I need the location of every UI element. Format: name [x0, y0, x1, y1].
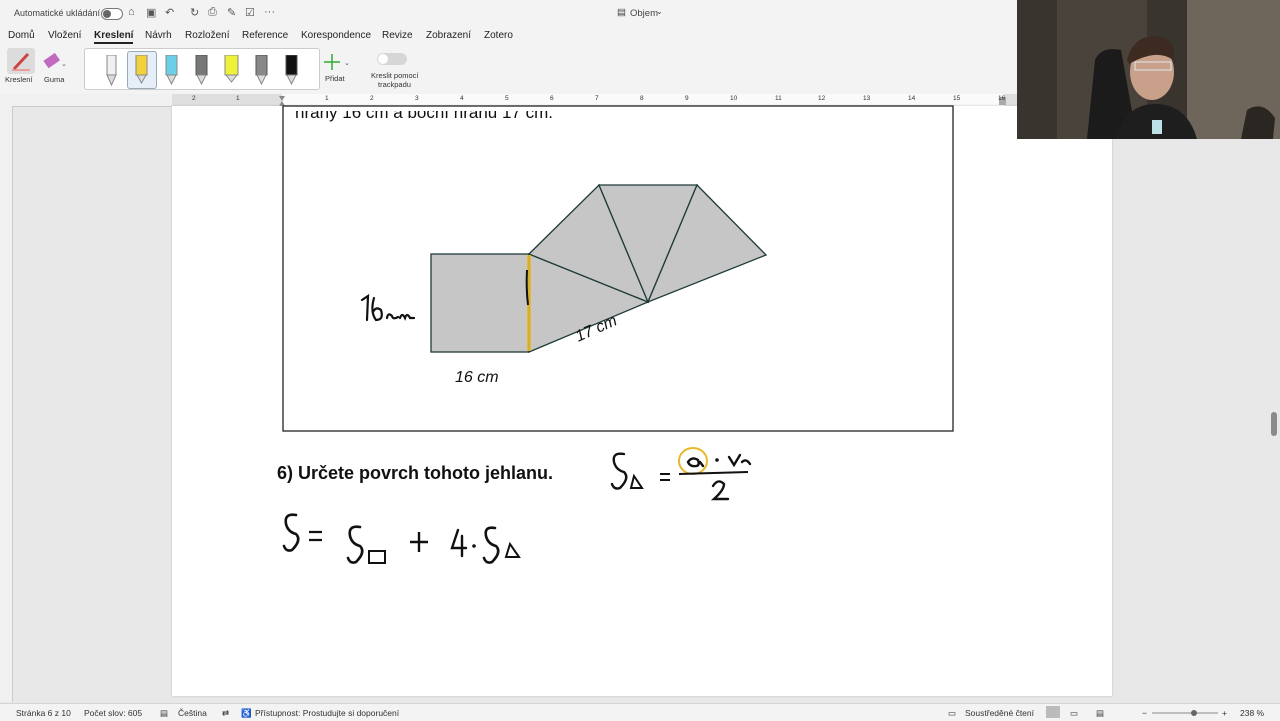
base-square — [430, 253, 530, 353]
question-6: 6) Určete povrch tohoto jehlanu. — [277, 463, 554, 483]
track-changes-icon[interactable]: ⇄ — [222, 708, 229, 719]
status-bar: Stránka 6 z 10 Počet slov: 605 ▤ Čeština… — [0, 703, 1280, 721]
hw-triangle-sub-2 — [504, 541, 521, 558]
zoom-level[interactable]: 238 % — [1240, 708, 1264, 718]
webcam-overlay — [1017, 0, 1280, 139]
page-counter[interactable]: Stránka 6 z 10 — [16, 708, 71, 718]
hw-two — [710, 480, 730, 501]
focus-mode[interactable]: Soustředěné čtení — [965, 708, 1034, 718]
hw-four — [450, 528, 468, 558]
language[interactable]: Čeština — [178, 708, 207, 718]
proofing-icon[interactable]: ▤ — [160, 708, 168, 719]
word-count[interactable]: Počet slov: 605 — [84, 708, 142, 718]
hw-a — [686, 457, 705, 468]
hw-s-square — [346, 525, 364, 564]
highlight-circle — [678, 447, 708, 475]
hw-dot — [715, 458, 719, 462]
read-mode-icon[interactable]: ▤ — [1096, 708, 1104, 719]
accessibility-status[interactable]: Přístupnost: Prostudujte si doporučení — [255, 708, 399, 718]
zoom-out-icon[interactable]: − — [1142, 708, 1147, 718]
label-base-16cm: 16 cm — [455, 369, 499, 386]
focus-icon[interactable]: ▭ — [948, 708, 956, 719]
print-layout-view-icon[interactable] — [1046, 706, 1060, 718]
hw-plus — [410, 532, 428, 552]
hw-square-sub — [368, 550, 386, 564]
zoom-slider[interactable] — [1152, 710, 1218, 716]
vertical-scrollbar-thumb[interactable] — [1271, 412, 1277, 436]
hw-va — [727, 453, 752, 468]
hw-dot-2 — [472, 544, 476, 548]
hw-triangle-sub — [629, 473, 644, 489]
webcam-person-image — [1017, 0, 1280, 139]
zoom-in-icon[interactable]: + — [1222, 708, 1227, 718]
web-layout-view-icon[interactable]: ▭ — [1070, 708, 1078, 719]
hw-fraction-bar — [678, 471, 749, 475]
hw-equals — [660, 473, 670, 481]
hw-s-triangle — [610, 452, 628, 490]
accessibility-icon[interactable]: ♿ — [241, 708, 252, 719]
hw-s — [282, 513, 300, 552]
hw-s-triangle-2 — [482, 526, 500, 564]
handwritten-16cm — [360, 293, 416, 322]
hw-equals-2 — [309, 530, 322, 542]
